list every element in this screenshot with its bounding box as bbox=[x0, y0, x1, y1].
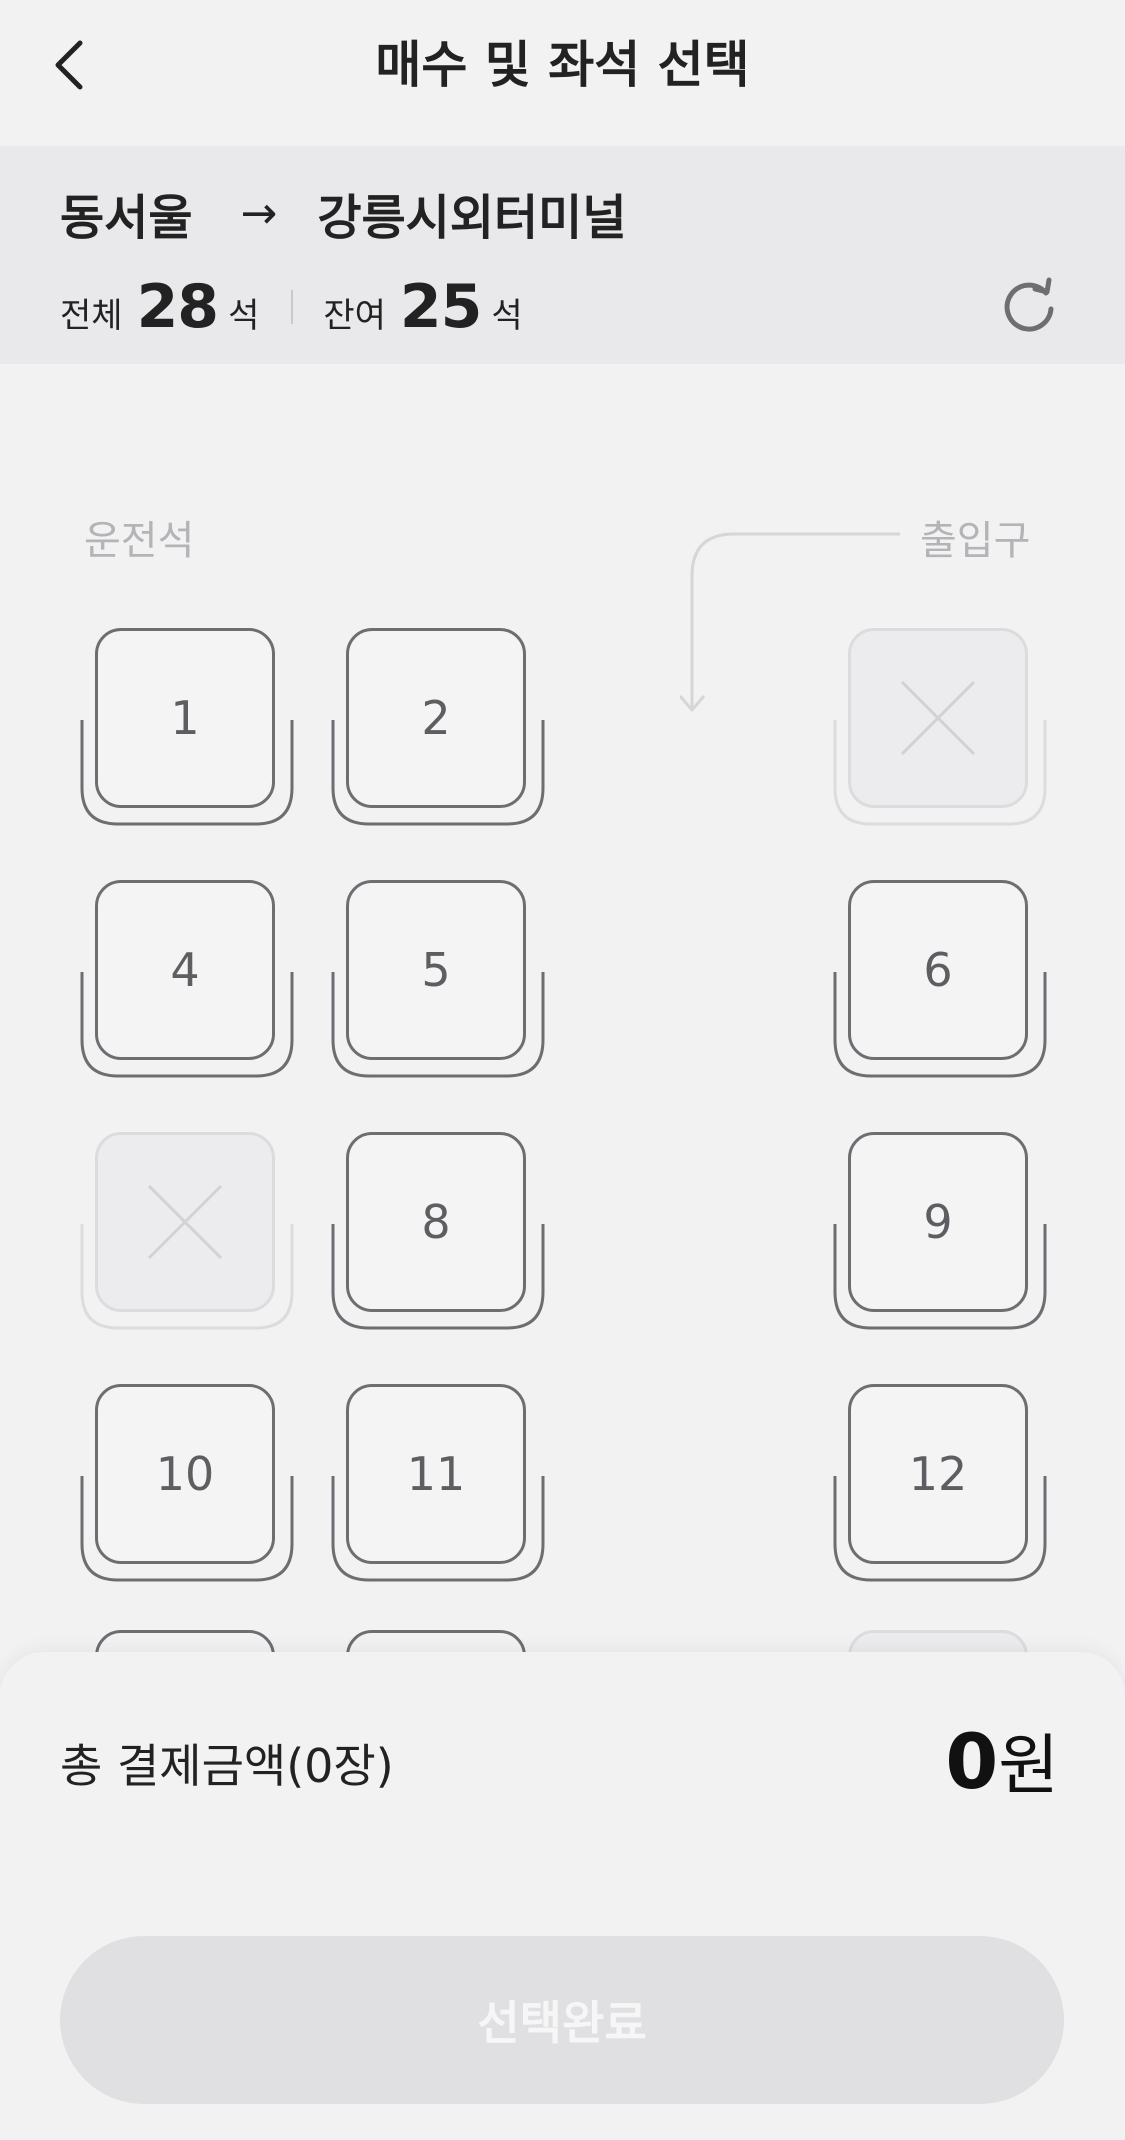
seat-number: 8 bbox=[421, 1195, 451, 1249]
seat-cushion: 11 bbox=[346, 1384, 526, 1564]
seat-cushion: 5 bbox=[346, 880, 526, 1060]
total-seats-unit: 석 bbox=[228, 296, 260, 336]
seat-cushion bbox=[848, 628, 1028, 808]
route-row: 동서울 → 강릉시외터미널 bbox=[60, 178, 626, 248]
seat-cushion: 10 bbox=[95, 1384, 275, 1564]
remaining-seats-label: 잔여 bbox=[323, 296, 386, 336]
seat-1[interactable]: 1 bbox=[80, 628, 294, 828]
refresh-button[interactable] bbox=[994, 270, 1064, 340]
total-amount-value: 0 bbox=[945, 1717, 999, 1806]
seat-9[interactable]: 9 bbox=[833, 1132, 1047, 1332]
arrow-right-icon: → bbox=[240, 187, 278, 239]
refresh-icon bbox=[1004, 277, 1054, 332]
seat-cushion: 8 bbox=[346, 1132, 526, 1312]
seat-8[interactable]: 8 bbox=[331, 1132, 545, 1332]
seat-12[interactable]: 12 bbox=[833, 1384, 1047, 1584]
total-seats-label: 전체 bbox=[60, 296, 123, 336]
unavailable-x-icon bbox=[147, 1184, 223, 1260]
seat-cushion: 4 bbox=[95, 880, 275, 1060]
seat-4[interactable]: 4 bbox=[80, 880, 294, 1080]
seat-10[interactable]: 10 bbox=[80, 1384, 294, 1584]
driver-seat-label: 운전석 bbox=[84, 518, 195, 564]
total-payment-label: 총 결제금액(0장) bbox=[60, 1739, 394, 1793]
seat-cushion: 6 bbox=[848, 880, 1028, 1060]
seat-6[interactable]: 6 bbox=[833, 880, 1047, 1080]
seat-number: 5 bbox=[421, 943, 451, 997]
total-payment-amount: 0 원 bbox=[945, 1712, 1059, 1808]
seat-cushion: 9 bbox=[848, 1132, 1028, 1312]
seat-number: 1 bbox=[170, 691, 200, 745]
seat-cushion: 2 bbox=[346, 628, 526, 808]
divider bbox=[291, 290, 294, 324]
destination-terminal: 강릉시외터미널 bbox=[317, 190, 627, 246]
seat-count-summary: 전체 28 석 잔여 25 석 bbox=[60, 272, 523, 342]
page-title: 매수 및 좌석 선택 bbox=[375, 36, 750, 94]
unavailable-x-icon bbox=[900, 680, 976, 756]
seat-cushion bbox=[95, 1132, 275, 1312]
seat-number: 2 bbox=[421, 691, 451, 745]
seat-number: 9 bbox=[923, 1195, 953, 1249]
seat-11[interactable]: 11 bbox=[331, 1384, 545, 1584]
seat-number: 10 bbox=[155, 1447, 215, 1501]
origin-terminal: 동서울 bbox=[60, 190, 193, 246]
seat-cushion: 1 bbox=[95, 628, 275, 808]
seat-number: 12 bbox=[908, 1447, 968, 1501]
seat-7 bbox=[80, 1132, 294, 1332]
seat-cushion: 12 bbox=[848, 1384, 1028, 1564]
total-amount-currency: 원 bbox=[998, 1727, 1059, 1804]
complete-selection-button[interactable]: 선택완료 bbox=[60, 1936, 1064, 2104]
seat-number: 6 bbox=[923, 943, 953, 997]
seat-3 bbox=[833, 628, 1047, 828]
seat-number: 11 bbox=[406, 1447, 466, 1501]
seat-number: 4 bbox=[170, 943, 200, 997]
remaining-seats-unit: 석 bbox=[491, 296, 523, 336]
seat-5[interactable]: 5 bbox=[331, 880, 545, 1080]
entrance-label: 출입구 bbox=[920, 518, 1031, 564]
remaining-seats-value: 25 bbox=[399, 272, 482, 342]
total-seats-value: 28 bbox=[136, 272, 219, 342]
seat-2[interactable]: 2 bbox=[331, 628, 545, 828]
